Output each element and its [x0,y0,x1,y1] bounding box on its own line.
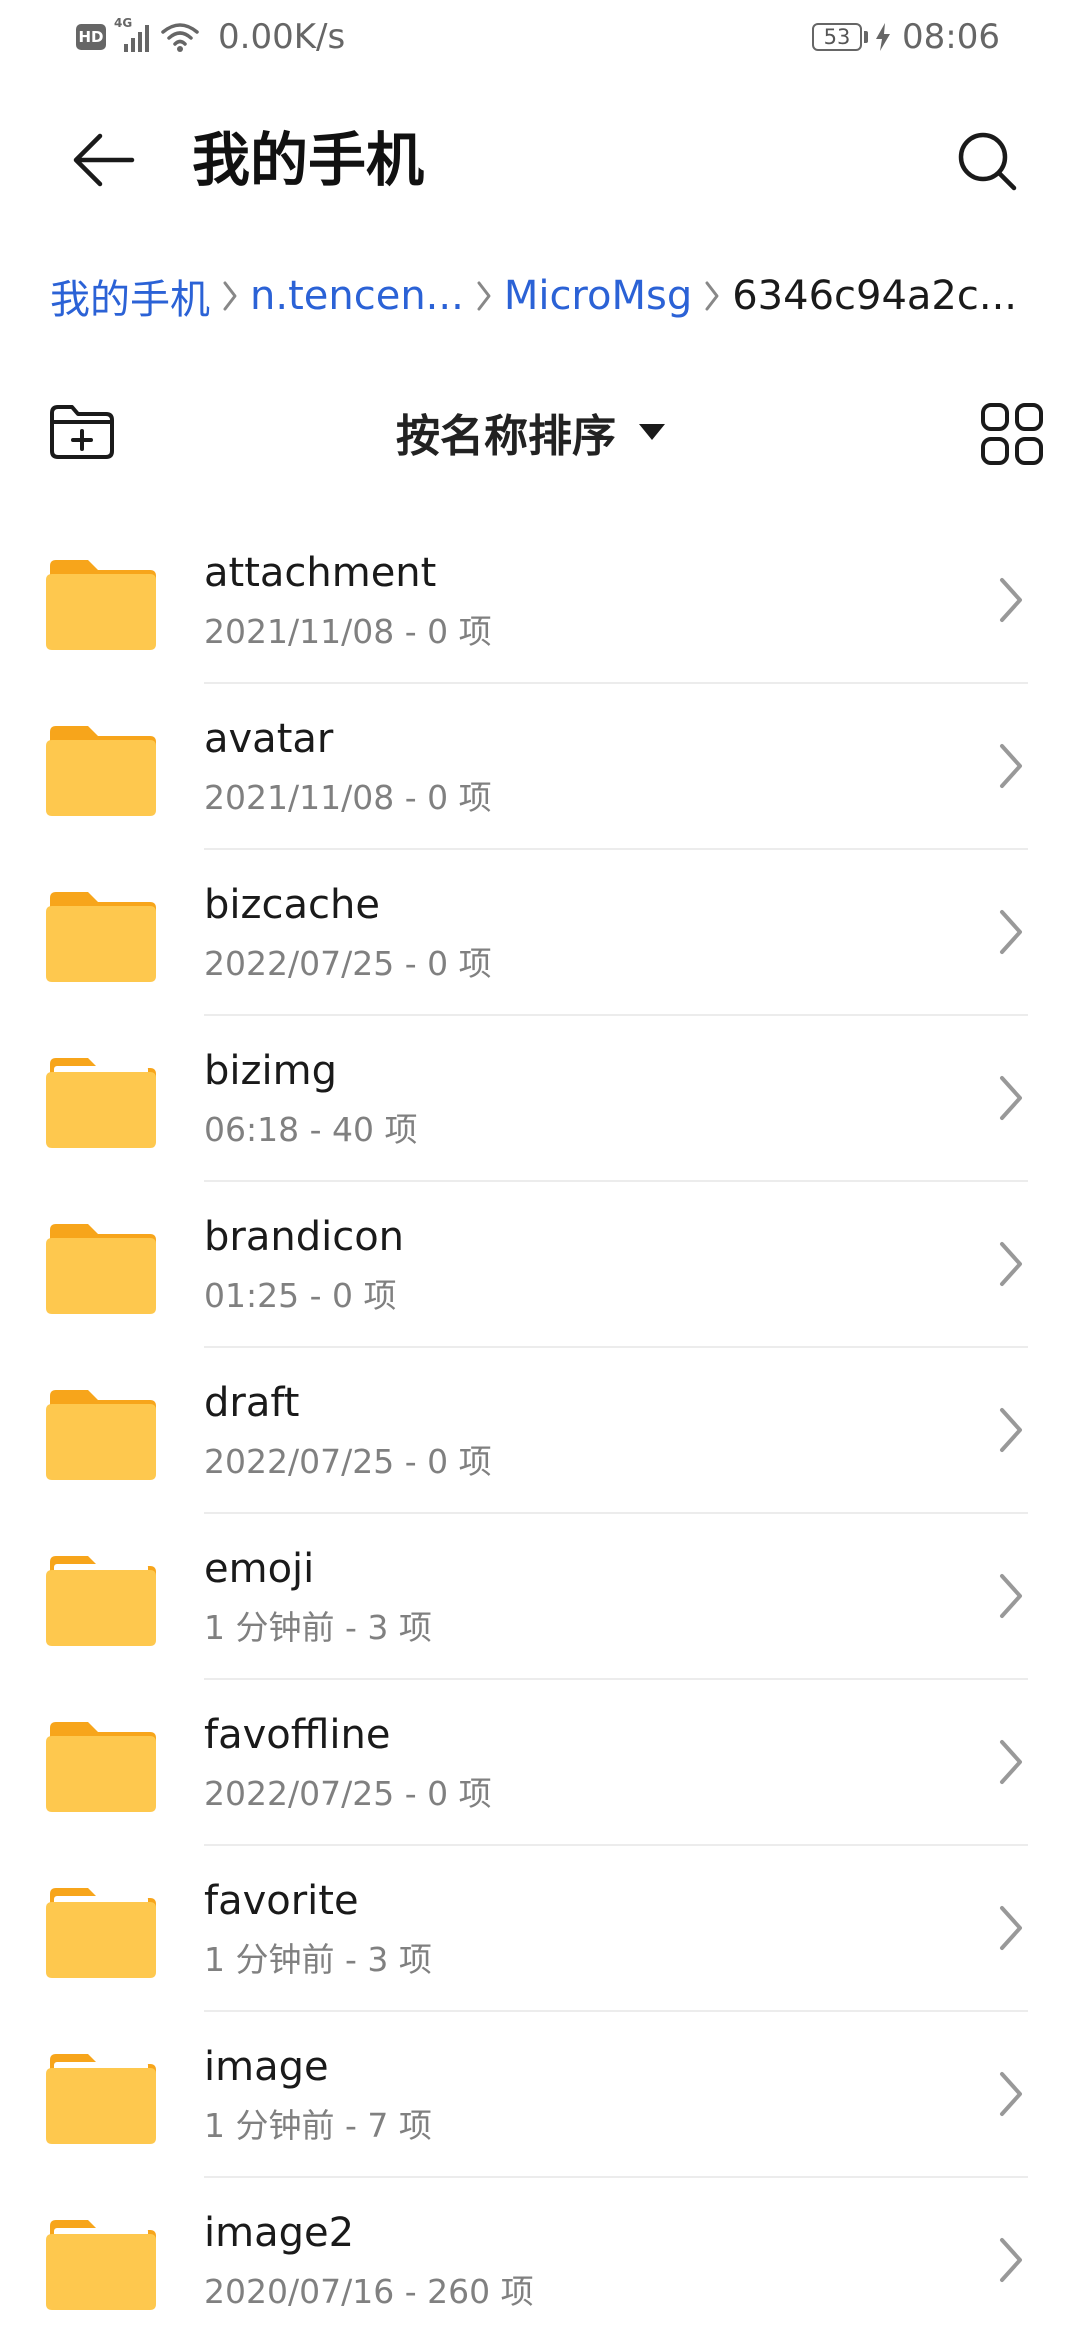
back-button[interactable] [62,122,146,198]
file-name: avatar [204,716,334,762]
folder-icon [46,726,156,816]
status-left: HD 4G 0.00K/s [76,14,345,60]
file-meta: 2021/11/08 - 0 项 [204,612,492,651]
wifi-icon [160,20,200,54]
sort-dropdown[interactable]: 按名称排序 [396,394,666,470]
file-meta: 01:25 - 0 项 [204,1276,397,1315]
grid-view-icon [981,403,1043,465]
breadcrumb-item-my-phone[interactable]: 我的手机 [50,267,210,325]
battery-level: 53 [823,25,851,49]
network-speed: 0.00K/s [218,17,346,57]
list-item-emoji[interactable]: emoji 1 分钟前 - 3 项 [0,1514,1080,1680]
search-icon [958,132,1017,191]
search-button[interactable] [946,120,1030,204]
folder-with-files-icon [46,1058,156,1148]
battery-icon: 53 [812,23,863,51]
file-meta: 1 分钟前 - 3 项 [204,1608,432,1647]
list-item-avatar[interactable]: avatar 2021/11/08 - 0 项 [0,684,1080,850]
caret-down-icon [639,424,665,440]
list-item-favorite[interactable]: favorite 1 分钟前 - 3 项 [0,1846,1080,2012]
chevron-right-icon [1000,1408,1022,1452]
status-right: 53 08:06 [812,14,1000,60]
arrow-left-icon [73,133,135,187]
breadcrumb-item-tencent[interactable]: n.tencen... [250,273,464,319]
folder-icon [46,1722,156,1812]
chevron-right-icon [1000,744,1022,788]
file-name: bizimg [204,1048,337,1094]
list-item-draft[interactable]: draft 2022/07/25 - 0 项 [0,1348,1080,1514]
file-name: image2 [204,2210,355,2256]
page-title: 我的手机 [192,126,425,194]
folder-icon [46,1390,156,1480]
file-name: bizcache [204,882,380,928]
new-folder-icon [50,405,114,459]
file-name: emoji [204,1546,315,1592]
chevron-right-icon [1000,1906,1022,1950]
chevron-right-icon [1000,578,1022,622]
folder-with-files-icon [46,1556,156,1646]
file-name: brandicon [204,1214,405,1260]
chevron-right-icon [464,280,504,312]
chevron-right-icon [1000,910,1022,954]
clock: 08:06 [902,17,1000,57]
file-name: favorite [204,1878,359,1924]
folder-with-files-icon [46,2054,156,2144]
folder-with-files-icon [46,1888,156,1978]
chevron-right-icon [210,280,250,312]
file-name: attachment [204,550,437,596]
chevron-right-icon [1000,2072,1022,2116]
file-meta: 2022/07/25 - 0 项 [204,1774,492,1813]
app-header: 我的手机 [0,100,1080,220]
file-meta: 2022/07/25 - 0 项 [204,1442,492,1481]
charging-icon [874,22,892,52]
chevron-right-icon [1000,1740,1022,1784]
breadcrumb-item-micromsg[interactable]: MicroMsg [504,273,692,319]
grid-view-button[interactable] [970,392,1054,476]
file-meta: 2022/07/25 - 0 项 [204,944,492,983]
status-bar: HD 4G 0.00K/s 53 08:06 [0,0,1080,76]
file-meta: 1 分钟前 - 7 项 [204,2106,432,2145]
new-folder-button[interactable] [44,394,120,470]
breadcrumb-current: 6346c94a2c... [732,273,1018,319]
file-name: image [204,2044,329,2090]
list-item-attachment[interactable]: attachment 2021/11/08 - 0 项 [0,518,1080,684]
file-meta: 1 分钟前 - 3 项 [204,1940,432,1979]
list-item-bizcache[interactable]: bizcache 2022/07/25 - 0 项 [0,850,1080,1016]
chevron-right-icon [1000,1242,1022,1286]
chevron-right-icon [1000,1574,1022,1618]
hd-badge: HD [76,24,106,50]
sort-label: 按名称排序 [396,411,616,462]
toolbar: 按名称排序 [0,386,1080,476]
folder-icon [46,1224,156,1314]
list-item-bizimg[interactable]: bizimg 06:18 - 40 项 [0,1016,1080,1182]
file-meta: 2020/07/16 - 260 项 [204,2272,534,2311]
signal-icon: 4G [114,16,152,54]
breadcrumb: 我的手机 n.tencen... MicroMsg 6346c94a2c... [50,258,1050,334]
folder-with-files-icon [46,2220,156,2310]
list-item-favoffline[interactable]: favoffline 2022/07/25 - 0 项 [0,1680,1080,1846]
folder-icon [46,560,156,650]
file-list: attachment 2021/11/08 - 0 项 avatar 2021/… [0,518,1080,2344]
file-name: draft [204,1380,300,1426]
list-item-brandicon[interactable]: brandicon 01:25 - 0 项 [0,1182,1080,1348]
chevron-right-icon [1000,2238,1022,2282]
chevron-right-icon [1000,1076,1022,1120]
chevron-right-icon [692,280,732,312]
file-meta: 2021/11/08 - 0 项 [204,778,492,817]
battery-tip [864,31,869,43]
file-name: favoffline [204,1712,391,1758]
list-item-image[interactable]: image 1 分钟前 - 7 项 [0,2012,1080,2178]
folder-icon [46,892,156,982]
list-item-image2[interactable]: image2 2020/07/16 - 260 项 [0,2178,1080,2344]
file-meta: 06:18 - 40 项 [204,1110,418,1149]
